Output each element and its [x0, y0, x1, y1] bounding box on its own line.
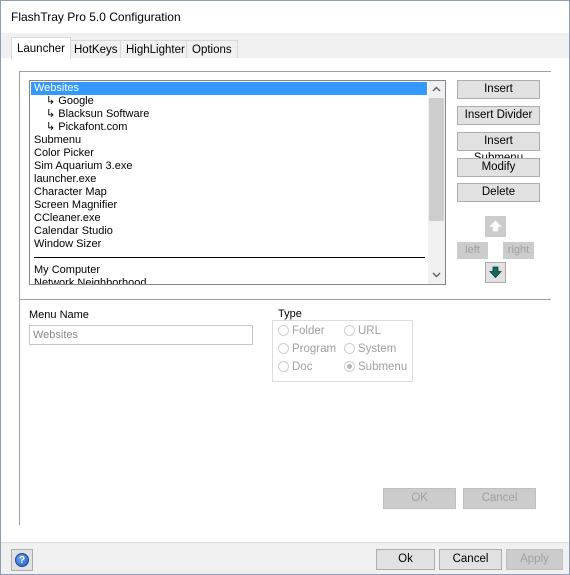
panel-border-left — [19, 71, 20, 525]
launcher-panel: Websites ↳ Google ↳ Blacksun Software ↳ Pic… — [1, 58, 569, 542]
radio-label: System — [358, 343, 397, 355]
move-up-button[interactable] — [485, 216, 506, 237]
tab-highlighter[interactable]: HighLighter — [120, 40, 191, 58]
menu-items-list[interactable]: Websites ↳ Google ↳ Blacksun Software ↳ Pic… — [29, 80, 446, 285]
dialog-footer: ? Ok Cancel Apply — [1, 542, 569, 574]
move-right-button[interactable]: right — [503, 242, 534, 259]
ok-button[interactable]: Ok — [376, 549, 435, 570]
section-divider — [19, 299, 551, 300]
radio-circle — [344, 325, 355, 336]
list-item[interactable]: Network Neighborhood — [31, 277, 427, 284]
radio-label: Submenu — [358, 361, 408, 373]
menu-name-input[interactable] — [29, 325, 253, 345]
insert-divider-button[interactable]: Insert Divider — [457, 106, 540, 125]
help-icon: ? — [15, 553, 29, 567]
list-item[interactable]: Screen Magnifier — [31, 199, 427, 212]
radio-label: Doc — [292, 361, 313, 373]
list-item[interactable]: My Computer — [31, 264, 427, 277]
radio-circle — [278, 361, 289, 372]
editor-cancel-button[interactable]: Cancel — [463, 488, 536, 509]
list-scrollbar[interactable] — [428, 81, 445, 284]
radio-circle — [344, 343, 355, 354]
type-radio-folder[interactable]: Folder — [278, 324, 325, 338]
list-item[interactable]: launcher.exe — [31, 173, 427, 186]
radio-label: Program — [292, 343, 337, 355]
scroll-thumb[interactable] — [429, 98, 444, 221]
type-radio-submenu[interactable]: Submenu — [344, 360, 407, 374]
radio-circle — [344, 361, 355, 372]
type-radio-system[interactable]: System — [344, 342, 396, 356]
modify-button[interactable]: Modify — [457, 158, 540, 177]
chevron-down-icon — [432, 272, 441, 278]
list-subitem[interactable]: ↳ Google — [31, 95, 427, 108]
type-group-label: Type — [277, 308, 303, 320]
list-subitem[interactable]: ↳ Pickafont.com — [31, 121, 427, 134]
radio-label: URL — [358, 325, 382, 337]
window-title: FlashTray Pro 5.0 Configuration — [11, 10, 181, 24]
insert-submenu-button[interactable]: Insert Submenu — [457, 132, 540, 164]
configuration-window: FlashTray Pro 5.0 Configuration Launcher… — [0, 0, 570, 575]
move-down-button[interactable] — [485, 262, 506, 283]
insert-button[interactable]: Insert — [457, 80, 540, 99]
list-item[interactable]: Submenu — [31, 134, 427, 147]
list-item[interactable]: Calendar Studio — [31, 225, 427, 238]
scroll-up-button[interactable] — [428, 81, 445, 98]
list-item[interactable]: CCleaner.exe — [31, 212, 427, 225]
menu-name-label: Menu Name — [29, 309, 89, 321]
apply-button[interactable]: Apply — [506, 549, 563, 570]
cancel-button[interactable]: Cancel — [439, 549, 502, 570]
tab-launcher[interactable]: Launcher — [11, 37, 71, 59]
list-item[interactable]: Color Picker — [31, 147, 427, 160]
list-subitem[interactable]: ↳ Blacksun Software — [31, 108, 427, 121]
tab-strip: Launcher HotKeys HighLighter Options — [1, 33, 569, 59]
list-divider[interactable] — [31, 251, 427, 264]
scroll-down-button[interactable] — [428, 267, 445, 284]
menu-items: Websites ↳ Google ↳ Blacksun Software ↳ Pic… — [31, 82, 427, 284]
tab-hotkeys[interactable]: HotKeys — [68, 40, 124, 58]
editor-ok-button[interactable]: OK — [383, 488, 456, 509]
delete-button[interactable]: Delete — [457, 183, 540, 202]
tab-options[interactable]: Options — [186, 40, 238, 58]
arrow-up-icon — [489, 220, 502, 232]
list-item[interactable]: Websites — [31, 82, 427, 95]
radio-label: Folder — [292, 325, 325, 337]
arrow-down-icon — [489, 266, 502, 279]
panel-border-top — [19, 71, 551, 72]
move-left-button[interactable]: left — [457, 242, 488, 259]
radio-circle — [278, 343, 289, 354]
type-radio-program[interactable]: Program — [278, 342, 336, 356]
list-item[interactable]: Character Map — [31, 186, 427, 199]
radio-circle — [278, 325, 289, 336]
type-radio-doc[interactable]: Doc — [278, 360, 312, 374]
help-button[interactable]: ? — [11, 549, 33, 571]
list-item[interactable]: Window Sizer — [31, 238, 427, 251]
title-bar: FlashTray Pro 5.0 Configuration — [1, 1, 569, 33]
list-item[interactable]: Sim Aquarium 3.exe — [31, 160, 427, 173]
chevron-up-icon — [432, 86, 441, 92]
type-radio-url[interactable]: URL — [344, 324, 381, 338]
